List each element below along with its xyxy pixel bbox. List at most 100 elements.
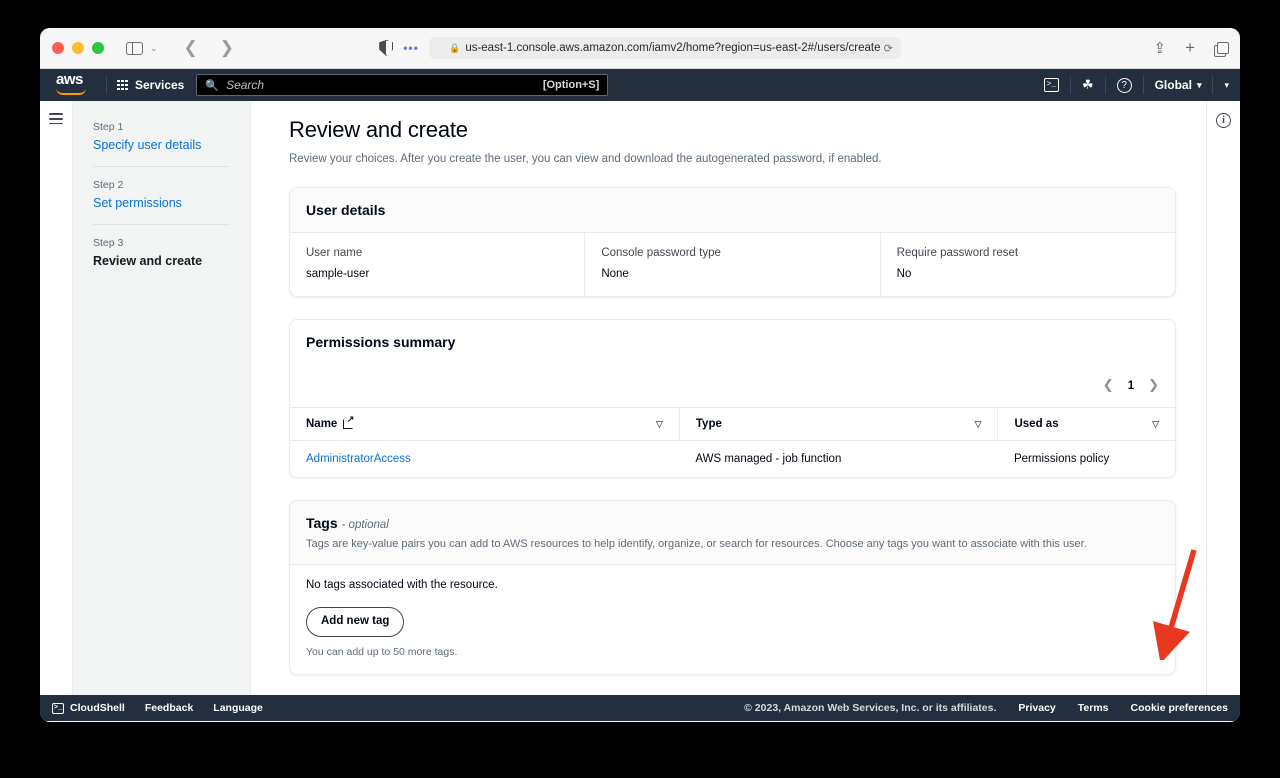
back-arrow-icon[interactable]: ❮ bbox=[184, 38, 198, 58]
minimize-window-button[interactable] bbox=[72, 42, 84, 54]
url-text: us-east-1.console.aws.amazon.com/iamv2/h… bbox=[465, 42, 881, 54]
step-number: Step 3 bbox=[93, 237, 124, 249]
region-label: Global bbox=[1154, 78, 1192, 92]
extensions-icon[interactable]: ••• bbox=[403, 41, 419, 55]
permissions-summary-card: Permissions summary ❮ 1 ❯ Name ↗ ▽ Type … bbox=[289, 319, 1176, 478]
chevron-right-icon[interactable]: ❯ bbox=[1148, 378, 1159, 393]
column-header-used-as[interactable]: Used as ▽ bbox=[997, 407, 1175, 441]
step-label-review-and-create: Review and create bbox=[93, 254, 203, 268]
pagination[interactable]: ❮ 1 ❯ bbox=[1103, 378, 1159, 393]
page-number[interactable]: 1 bbox=[1128, 380, 1134, 392]
cloudshell-icon: >_ bbox=[1043, 78, 1059, 92]
window-controls[interactable] bbox=[52, 42, 104, 54]
forward-arrow-icon[interactable]: ❯ bbox=[220, 38, 234, 58]
cloudshell-button[interactable]: >_ bbox=[1033, 69, 1070, 101]
share-icon[interactable]: ⇪ bbox=[1153, 39, 1166, 57]
permissions-summary-title: Permissions summary bbox=[306, 334, 456, 350]
detail-require-password-reset: Require password reset No bbox=[879, 233, 1175, 296]
sort-caret-icon[interactable]: ▽ bbox=[1152, 419, 1159, 430]
browser-window: ⌄ ❮ ❯ ••• 🔒 us-east-1.console.aws.amazon… bbox=[40, 28, 1240, 722]
cloudshell-icon: >_ bbox=[52, 702, 64, 714]
footer-cookie-preferences-link[interactable]: Cookie preferences bbox=[1131, 702, 1228, 714]
sort-caret-icon[interactable]: ▽ bbox=[975, 419, 982, 430]
browser-toolbar-right: ⇪ + bbox=[1153, 38, 1229, 58]
permissions-table: Name ▽ Type bbox=[290, 407, 1175, 477]
right-rail: i bbox=[1206, 101, 1240, 695]
search-input[interactable] bbox=[226, 78, 536, 92]
detail-user-name: User name sample-user bbox=[290, 233, 584, 296]
wizard-steps-sidebar: Step 1 Specify user details Step 2 Set p… bbox=[73, 101, 251, 695]
sidebar-item-step-2[interactable]: Step 2 Set permissions bbox=[93, 166, 230, 224]
table-body: AdministratorAccess AWS managed - job fu… bbox=[290, 441, 1175, 478]
footer-feedback-link[interactable]: Feedback bbox=[145, 702, 193, 714]
user-details-row: User name sample-user Console password t… bbox=[290, 233, 1175, 296]
tags-optional-label: - optional bbox=[341, 519, 389, 531]
column-header-name[interactable]: Name ▽ bbox=[290, 407, 680, 441]
step-number: Step 2 bbox=[93, 179, 124, 191]
footer-terms-link[interactable]: Terms bbox=[1078, 702, 1109, 714]
apps-grid-icon bbox=[117, 79, 128, 91]
tags-limit-note: You can add up to 50 more tags. bbox=[306, 645, 458, 658]
page-body: Step 1 Specify user details Step 2 Set p… bbox=[40, 101, 1240, 695]
column-label: Used as bbox=[1014, 418, 1059, 430]
tags-empty-message: No tags associated with the resource. bbox=[306, 579, 498, 591]
footer-cloudshell-button[interactable]: >_ CloudShell bbox=[52, 702, 125, 714]
policy-link-administratoraccess[interactable]: AdministratorAccess bbox=[306, 453, 411, 465]
tags-title: Tags - optional bbox=[306, 515, 1159, 531]
notifications-button[interactable]: ☘ bbox=[1071, 69, 1105, 101]
aws-nav-right: >_ ☘ ? Global ▾ ▾ bbox=[1033, 69, 1240, 101]
navigation-arrows[interactable]: ❮ ❯ bbox=[184, 38, 235, 58]
sidebar-item-step-1[interactable]: Step 1 Specify user details bbox=[93, 117, 230, 166]
search-icon: 🔍 bbox=[205, 79, 220, 92]
footer-privacy-link[interactable]: Privacy bbox=[1018, 702, 1055, 714]
hamburger-menu-icon[interactable] bbox=[49, 113, 63, 695]
plus-icon[interactable]: + bbox=[1185, 38, 1195, 58]
privacy-shield-icon[interactable] bbox=[379, 40, 393, 56]
services-label: Services bbox=[134, 78, 185, 92]
chevron-down-icon: ▾ bbox=[1196, 79, 1202, 90]
tags-description: Tags are key-value pairs you can add to … bbox=[306, 538, 1087, 550]
maximize-window-button[interactable] bbox=[92, 42, 104, 54]
footer-language-link[interactable]: Language bbox=[213, 702, 263, 714]
card-header: Permissions summary bbox=[290, 320, 1175, 364]
detail-label: Require password reset bbox=[896, 247, 1019, 259]
bell-icon: ☘ bbox=[1081, 77, 1094, 92]
column-header-type[interactable]: Type ▽ bbox=[678, 407, 998, 441]
sidebar-glyph bbox=[126, 41, 143, 55]
region-selector[interactable]: Global ▾ bbox=[1144, 69, 1213, 101]
account-menu-button[interactable]: ▾ bbox=[1213, 69, 1240, 101]
table-header-row: Name ▽ Type bbox=[290, 407, 1175, 441]
help-button[interactable]: ? bbox=[1106, 69, 1143, 101]
add-new-tag-button[interactable]: Add new tag bbox=[306, 607, 405, 637]
reload-icon[interactable]: ⟳ bbox=[884, 42, 893, 55]
question-mark-icon: ? bbox=[1116, 77, 1132, 93]
tab-overview-icon[interactable] bbox=[1214, 41, 1229, 57]
nav-divider bbox=[106, 76, 107, 94]
chevron-left-icon[interactable]: ❮ bbox=[1103, 378, 1114, 393]
close-window-button[interactable] bbox=[52, 42, 64, 54]
user-details-card: User details User name sample-user Conso… bbox=[289, 187, 1176, 297]
info-icon[interactable]: i bbox=[1216, 113, 1231, 128]
step-label-set-permissions[interactable]: Set permissions bbox=[93, 196, 230, 210]
cell-policy-name: AdministratorAccess bbox=[290, 441, 679, 478]
url-bar[interactable]: 🔒 us-east-1.console.aws.amazon.com/iamv2… bbox=[428, 37, 901, 59]
tags-body: No tags associated with the resource. Ad… bbox=[290, 565, 1175, 674]
sidebar-toggle-icon[interactable]: ⌄ bbox=[126, 41, 158, 55]
sort-caret-icon[interactable]: ▽ bbox=[656, 419, 663, 430]
table-head: Name ▽ Type bbox=[290, 407, 1175, 441]
detail-value: sample-user bbox=[306, 268, 370, 280]
footer-left: >_ CloudShell Feedback Language bbox=[52, 702, 263, 714]
detail-console-password-type: Console password type None bbox=[584, 233, 879, 296]
global-search-box[interactable]: 🔍 [Option+S] bbox=[196, 74, 609, 96]
services-menu-button[interactable]: Services bbox=[117, 78, 184, 92]
footer-right: © 2023, Amazon Web Services, Inc. or its… bbox=[744, 702, 1228, 714]
footer-copyright: © 2023, Amazon Web Services, Inc. or its… bbox=[744, 702, 997, 714]
step-number: Step 1 bbox=[93, 121, 124, 133]
aws-logo[interactable]: aws bbox=[52, 72, 96, 98]
aws-smile-icon bbox=[56, 88, 86, 95]
detail-label: Console password type bbox=[601, 247, 721, 259]
footer-cloudshell-label: CloudShell bbox=[70, 702, 125, 714]
chevron-down-icon[interactable]: ⌄ bbox=[150, 43, 158, 54]
left-rail bbox=[40, 101, 73, 695]
step-label-specify-user-details[interactable]: Specify user details bbox=[93, 138, 230, 152]
